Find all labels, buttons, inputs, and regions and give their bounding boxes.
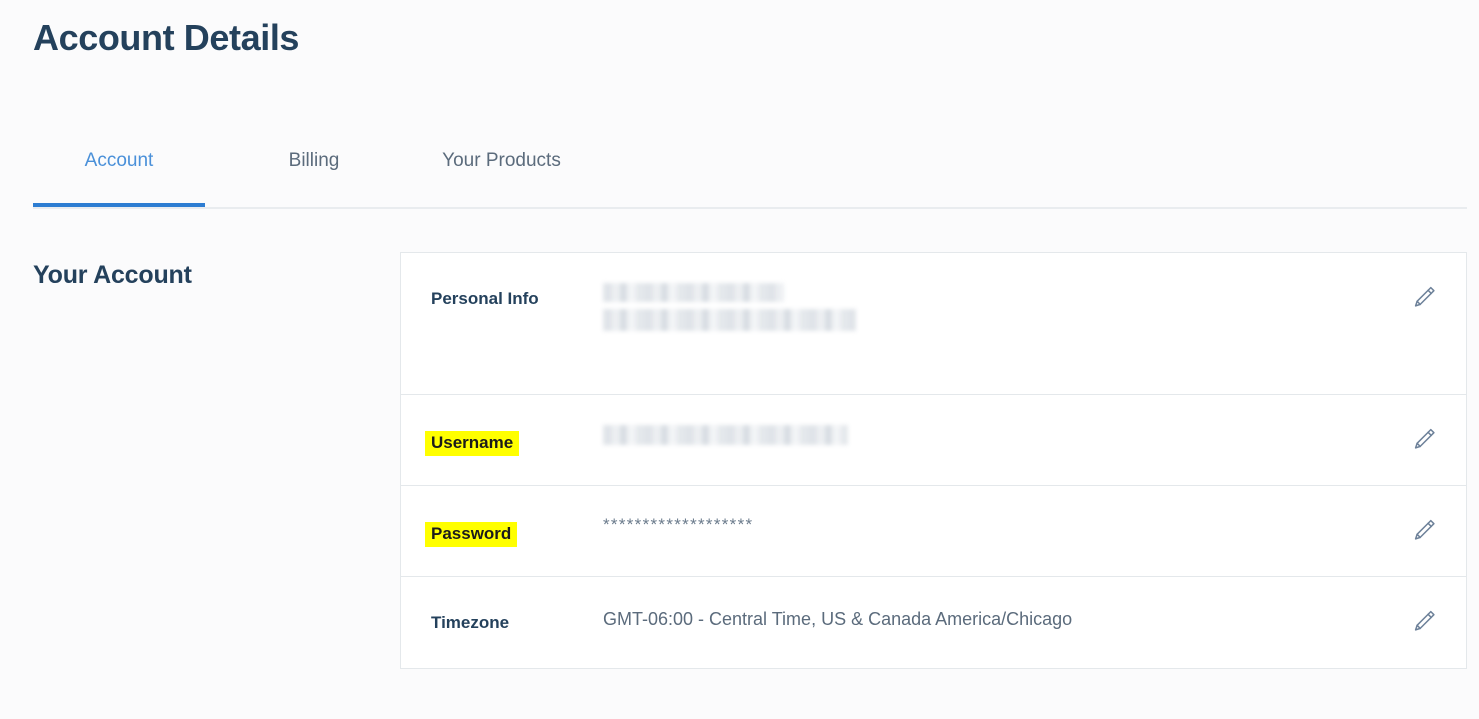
row-label-personal-info: Personal Info [431,289,539,308]
table-row-timezone: Timezone GMT-06:00 - Central Time, US & … [401,577,1466,668]
edit-cell-timezone [1382,577,1466,637]
row-label-username: Username [401,395,603,456]
tab-bar: Account Billing Your Products [33,132,1467,209]
edit-cell-password [1382,486,1466,546]
table-row-personal-info: Personal Info [401,253,1466,395]
pencil-icon-timezone[interactable] [1408,605,1440,637]
row-value-username [603,395,1382,445]
row-label-password-highlight: Password [425,522,518,547]
account-details-card: Personal Info Username Password ********… [400,252,1467,669]
tab-account[interactable]: Account [33,132,205,207]
redacted-address-bar [603,309,856,331]
redacted-name-bar [603,283,784,302]
page-title: Account Details [33,17,300,58]
row-label-password: Password [401,486,603,547]
tab-billing[interactable]: Billing [233,132,395,207]
edit-cell-personal-info [1382,253,1466,313]
redacted-username-bar [603,425,848,445]
pencil-icon-personal-info[interactable] [1408,281,1440,313]
row-value-password-masked: ******************* [603,515,754,534]
section-title-your-account: Your Account [33,261,192,289]
row-value-personal-info [603,253,1382,331]
pencil-icon-username[interactable] [1408,423,1440,455]
row-label-username-highlight: Username [425,431,520,456]
edit-cell-username [1382,395,1466,455]
row-value-timezone: GMT-06:00 - Central Time, US & Canada Am… [603,609,1073,629]
row-label-timezone: Timezone [431,613,510,632]
pencil-icon-password[interactable] [1408,514,1440,546]
tab-your-products[interactable]: Your Products [403,132,600,207]
table-row-password: Password ******************* [401,486,1466,577]
table-row-username: Username [401,395,1466,486]
